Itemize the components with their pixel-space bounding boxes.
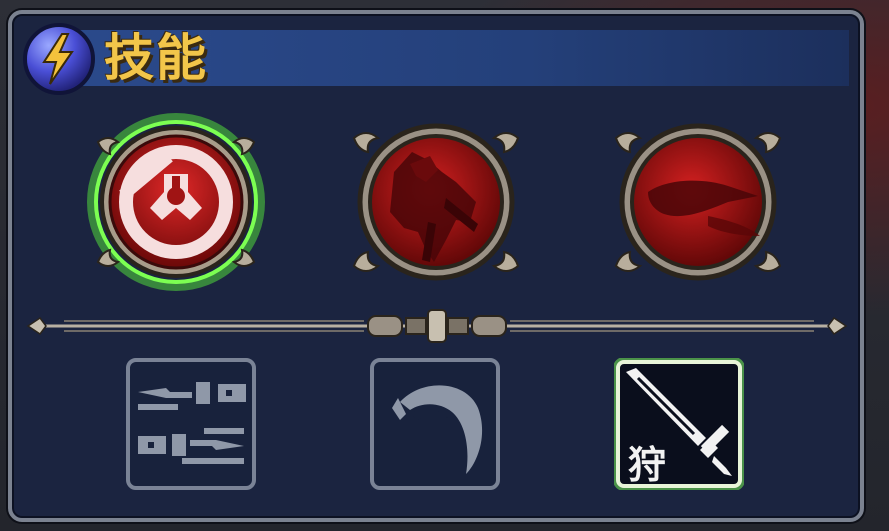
page-title: 技能 [104, 29, 208, 87]
skill-slot-1[interactable] [86, 112, 266, 292]
skills-screen: 技能 狩 [0, 0, 889, 531]
equipment-slot-1[interactable] [126, 358, 256, 490]
dual-blades-icon [126, 358, 256, 490]
equipment-slot-3[interactable]: 狩 [614, 358, 744, 490]
hunter-glyph: 狩 [628, 443, 666, 487]
scythe-claw-icon [370, 358, 500, 490]
lightning-icon [22, 22, 96, 96]
skill-slot-2[interactable] [346, 112, 526, 292]
equipment-slot-2[interactable] [370, 358, 500, 490]
hunter-sword-icon: 狩 [614, 358, 744, 490]
ornate-divider [24, 306, 850, 346]
cleave-strike-icon [87, 113, 265, 291]
dark-summon-icon [352, 123, 520, 281]
skill-slot-3[interactable] [608, 112, 788, 292]
shadow-dash-icon [614, 123, 782, 281]
